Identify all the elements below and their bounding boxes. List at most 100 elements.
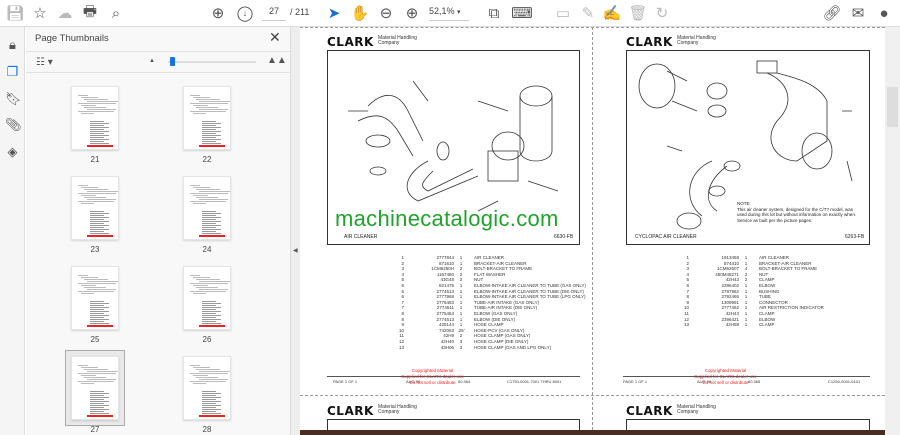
thumbnail-size-slider[interactable] — [168, 61, 256, 63]
zoom-out-icon[interactable]: ⊖ — [378, 4, 394, 22]
sign-icon[interactable]: ✍ — [603, 4, 622, 22]
thumbnail-page-number: 26 — [202, 335, 212, 344]
parts-row: 13 42H58 1 CLAMP — [671, 322, 824, 328]
diagram-note: NOTE: This air cleaner system, designed … — [737, 201, 862, 223]
diagram-code: 6263-FB — [845, 234, 865, 240]
thumbnail-page-number: 21 — [90, 155, 100, 164]
lock-icon[interactable]: 🔒︎ — [5, 37, 20, 52]
next-page-company: Material Handling Company — [677, 404, 716, 415]
slider-handle[interactable] — [170, 57, 175, 66]
quantity: 3 — [459, 344, 463, 350]
page-thumbnail[interactable] — [71, 356, 119, 420]
item-number: 13 — [398, 344, 404, 350]
layers-icon[interactable]: ◈ — [5, 144, 20, 159]
comment-icon[interactable]: ▭ — [555, 4, 571, 22]
parts-row: 13 43H06 3 HOSE CLAMP (GAS AND LPG ONLY) — [386, 345, 586, 351]
page-total: / 211 — [290, 7, 310, 17]
page-thumbnail[interactable] — [183, 356, 231, 420]
description: HOSE CLAMP (GAS AND LPG ONLY) — [474, 344, 552, 350]
panel-splitter[interactable]: ◀ — [290, 27, 300, 435]
hand-tool-icon[interactable]: ✋ — [351, 4, 370, 22]
collapse-arrow-icon[interactable]: ◀ — [293, 247, 298, 254]
rotate-icon[interactable]: ↻ — [654, 4, 670, 22]
toolbar: 💾︎ ☆ ☁ 🖶 ⌕ ⊕︎ ↑ ◯ ↓ 27 / 211 ➤ ✋ ⊖ ⊕ 52,1%… — [0, 0, 900, 27]
previous-page-icon[interactable]: ⊕︎ ↑ — [210, 4, 226, 22]
page-thumbnail[interactable] — [183, 86, 231, 150]
taskbar-edge — [300, 430, 885, 435]
page-thumbnail[interactable] — [183, 266, 231, 330]
cloud-upload-icon[interactable]: ☁ — [57, 4, 73, 22]
thumbnail-page-number: 25 — [90, 335, 100, 344]
parts-list: 1 2777844 1 AIR CLEANER 2 871610 1 BRACKET-AIR … — [386, 255, 586, 350]
watermark-text: machinecatalogic.com — [335, 206, 559, 231]
page-thumbnail[interactable] — [71, 176, 119, 240]
page-number-input[interactable]: 27 — [262, 6, 286, 21]
search-icon[interactable]: ⌕ — [108, 4, 124, 22]
copyright-line: Do not sell or distribute — [702, 380, 749, 385]
company-name: Material Handling Company — [677, 35, 716, 46]
thumbnail-page-number: 27 — [90, 425, 100, 434]
select-cursor-icon[interactable]: ➤ — [327, 4, 341, 22]
description: CLAMP — [759, 322, 775, 328]
scroll-mode-icon[interactable]: ⌨ — [511, 4, 533, 22]
footer-page: PAGE 1 OF 1 — [623, 379, 648, 384]
next-page-icon[interactable]: ◯ ↓ — [237, 4, 254, 22]
parts-diagram: NOTE: This air cleaner system, designed … — [626, 50, 870, 245]
part-number: 43H06 — [440, 344, 454, 350]
share-link-icon[interactable]: 🔗︎ — [822, 4, 841, 22]
note-text: This air cleaner system, designed for th… — [737, 206, 857, 223]
clark-logo: CLARK — [626, 35, 673, 49]
close-panel-button[interactable]: ✕ — [269, 29, 281, 46]
thumbnail-page-number: 24 — [202, 245, 212, 254]
quantity: 1 — [744, 322, 748, 328]
page-thumbnail[interactable] — [183, 176, 231, 240]
diagram-caption: AIR CLEANER — [344, 234, 378, 240]
panel-title: Page Thumbnails — [35, 33, 109, 44]
large-thumbnail-icon[interactable]: ▲▲ — [267, 55, 287, 66]
email-icon[interactable]: ✉ — [850, 4, 866, 22]
company-name: Material Handling Company — [378, 35, 417, 46]
copyright-line: Do not sell or distribute — [409, 380, 456, 385]
next-page-company: Material Handling Company — [378, 404, 417, 415]
left-tool-rail: 🔒︎ ❐ 🔖︎ 📎︎ ◈ — [0, 27, 25, 435]
page-fit-icon[interactable]: ⧉ — [485, 4, 503, 22]
part-number: 42H58 — [725, 322, 739, 328]
delete-icon[interactable]: 🗑︎ — [628, 4, 647, 22]
thumbnail-page-number: 23 — [90, 245, 100, 254]
thumbnail-list: 21 22 23 24 25 26 27 28 — [26, 74, 282, 435]
page-thumbnail[interactable] — [71, 266, 119, 330]
attachments-icon[interactable]: 📎︎ — [5, 117, 22, 132]
parts-list: 1 1913458 1 AIR CLEANER 2 874410 1 BRACKET-AIR … — [671, 255, 824, 328]
zoom-value: 52,1% — [429, 6, 455, 16]
zoom-in-icon[interactable]: ⊕ — [404, 4, 420, 22]
item-number: 13 — [683, 322, 689, 328]
footer-page: PAGE 1 OF 1 — [333, 379, 358, 384]
page-thumbnails-panel: Page Thumbnails ✕ ☷ ▾ ▲ ▲▲ 21 22 23 24 25 26 2… — [26, 27, 307, 435]
next-page-clark-logo: CLARK — [626, 404, 673, 418]
document-page-right: CLARK Material Handling Company NOTE: Th… — [593, 27, 885, 395]
copyright-stamp: Copyrighted Material Supplied for CLARK d… — [400, 368, 465, 386]
thumbnail-page-number: 22 — [202, 155, 212, 164]
account-icon[interactable]: ● — [876, 4, 892, 22]
thumbnail-options-icon[interactable]: ☷ ▾ — [36, 57, 53, 68]
diagram-code: 6630-FB — [554, 234, 574, 240]
next-page-clark-logo: CLARK — [327, 404, 374, 418]
print-icon[interactable]: 🖶 — [82, 3, 98, 22]
document-view: CLARK Material Handling Company AIR CLEA… — [300, 27, 885, 435]
bookmark-star-icon[interactable]: ☆ — [32, 4, 48, 22]
page-thumbnail[interactable] — [71, 86, 119, 150]
small-thumbnail-icon[interactable]: ▲ — [149, 58, 155, 64]
page-thumbnails-icon[interactable]: ❐ — [5, 64, 20, 79]
thumbnail-page-number: 28 — [202, 425, 212, 434]
bookmarks-icon[interactable]: 🔖︎ — [5, 91, 22, 106]
highlight-pen-icon[interactable]: ✎ — [580, 4, 596, 22]
document-scrollbar[interactable] — [885, 27, 900, 435]
clark-logo: CLARK — [327, 35, 374, 49]
footer-serial: C1250-0001-6101 — [828, 379, 861, 384]
scroll-thumb[interactable] — [887, 87, 898, 127]
zoom-level-select[interactable]: 52,1% ▾ — [429, 6, 469, 21]
diagram-caption: CYCLOPAC AIR CLEANER — [635, 234, 697, 240]
footer-serial: C1750-0001-7001 THRU 8001 — [507, 379, 562, 384]
copyright-stamp: Copyrighted Material Supplied for CLARK d… — [693, 368, 758, 386]
save-icon[interactable]: 💾︎ — [5, 4, 24, 22]
